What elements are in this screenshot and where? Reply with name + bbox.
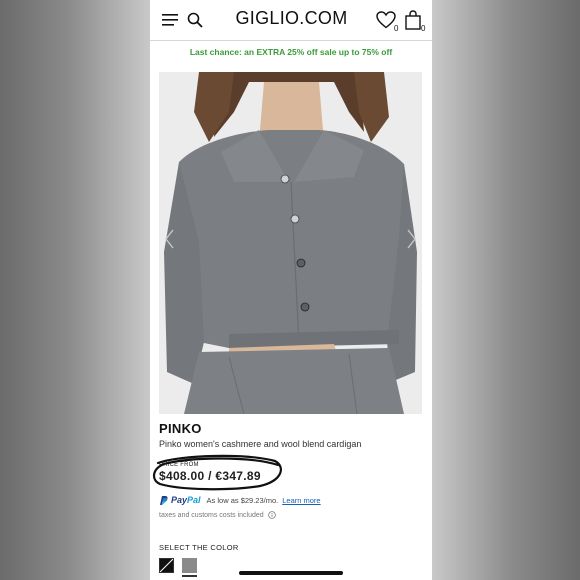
- site-logo[interactable]: GIGLIO.COM: [234, 8, 349, 29]
- paypal-row: PayPal As low as $29.23/mo. Learn more: [159, 494, 321, 506]
- background-left: [0, 0, 150, 580]
- search-icon[interactable]: [187, 12, 203, 28]
- taxes-text: taxes and customs costs included: [159, 511, 264, 519]
- chevron-left-icon[interactable]: [163, 228, 177, 250]
- site-header: GIGLIO.COM 0 0: [150, 0, 432, 41]
- chevron-right-icon[interactable]: [404, 228, 418, 250]
- paypal-pay: Pay: [171, 495, 188, 505]
- info-icon[interactable]: [267, 511, 276, 519]
- promo-banner[interactable]: Last chance: an EXTRA 25% off sale up to…: [150, 43, 432, 61]
- price-label: PRICE FROM: [159, 462, 199, 468]
- bag-icon[interactable]: [404, 10, 422, 30]
- cardigan-photo: [159, 72, 422, 414]
- phone-screen: GIGLIO.COM 0 0 Last chance: an EXTRA 25%…: [150, 0, 432, 580]
- paypal-logo: PayPal: [159, 495, 201, 506]
- bag-count: 0: [421, 24, 426, 33]
- select-color-label: SELECT THE COLOR: [159, 543, 239, 552]
- taxes-note: taxes and customs costs included: [159, 511, 276, 519]
- home-indicator[interactable]: [239, 571, 343, 575]
- paypal-installment-text: As low as $29.23/mo.: [206, 495, 279, 505]
- product-brand[interactable]: PINKO: [159, 421, 202, 436]
- background-right: [432, 0, 580, 580]
- product-name: Pinko women's cashmere and wool blend ca…: [159, 439, 362, 449]
- menu-icon[interactable]: [162, 13, 178, 27]
- product-image[interactable]: [159, 72, 422, 414]
- learn-more-link[interactable]: Learn more: [282, 496, 320, 505]
- paypal-pal: Pal: [187, 495, 201, 505]
- selected-swatch-indicator: [182, 575, 197, 577]
- color-swatch-black[interactable]: [159, 558, 174, 573]
- wishlist-count: 0: [394, 24, 399, 33]
- product-price: $408.00 / €347.89: [159, 469, 261, 483]
- color-swatch-grey[interactable]: [182, 558, 197, 573]
- heart-icon[interactable]: [376, 11, 396, 29]
